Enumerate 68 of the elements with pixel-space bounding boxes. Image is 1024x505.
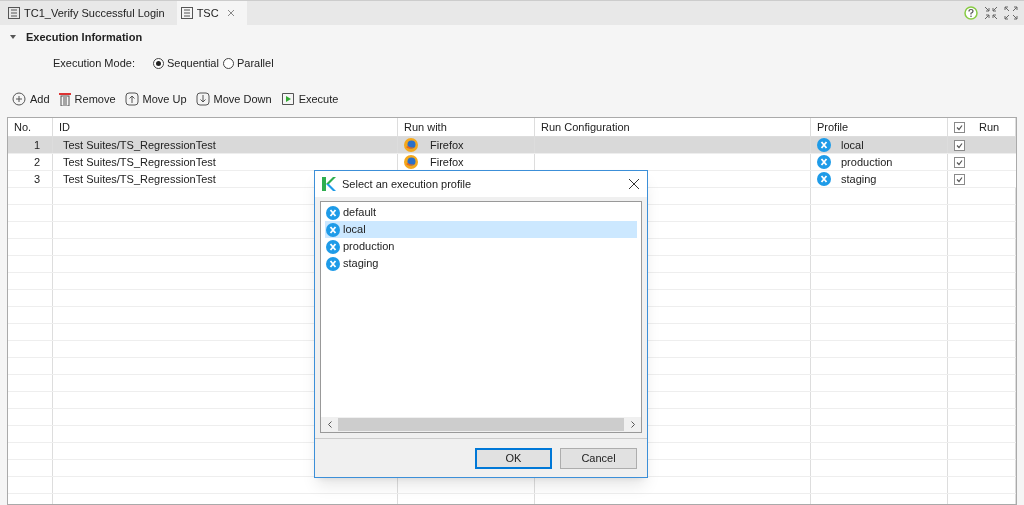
- checkbox[interactable]: [954, 156, 965, 168]
- trash-icon: [58, 92, 71, 106]
- checkbox[interactable]: [954, 121, 965, 133]
- arrow-down-icon: [195, 92, 210, 106]
- app-logo-icon: [322, 177, 336, 191]
- profile-icon: [326, 239, 340, 254]
- scroll-right-icon[interactable]: [630, 421, 635, 428]
- column-header: Run with: [404, 119, 447, 135]
- checkbox[interactable]: [954, 173, 965, 185]
- radio-button[interactable]: [222, 57, 234, 69]
- profile-list-item[interactable]: default: [325, 204, 637, 221]
- profile-icon: [326, 205, 340, 220]
- toolbar-button[interactable]: Add: [12, 90, 50, 108]
- dialog-button[interactable]: Cancel: [560, 447, 637, 469]
- table-row[interactable]: 1 Test Suites/TS_RegressionTest Firefox local: [8, 137, 1016, 154]
- column-header: Run: [979, 119, 1000, 135]
- checkbox[interactable]: [954, 139, 965, 151]
- document-icon: [180, 7, 193, 19]
- profile-icon: [326, 222, 340, 237]
- radio-option[interactable]: Sequential: [152, 54, 219, 72]
- table-cell-text: Test Suites/TS_RegressionTest: [63, 154, 216, 170]
- profile-list-item[interactable]: staging: [325, 255, 637, 272]
- document-icon: [8, 7, 20, 19]
- table-cell-text: 1: [33, 137, 40, 153]
- close-icon[interactable]: [629, 179, 639, 189]
- table-row[interactable]: 2 Test Suites/TS_RegressionTest Firefox production: [8, 154, 1016, 171]
- browser-icon: [404, 155, 418, 169]
- section-title: Execution Information: [26, 29, 143, 45]
- tab-label: TSC: [196, 5, 219, 21]
- column-header: Run Configuration: [541, 119, 630, 135]
- column-header: Profile: [817, 119, 849, 135]
- editor-tab[interactable]: TSC: [176, 1, 247, 25]
- radio-option[interactable]: Parallel: [222, 54, 274, 72]
- table-cell-text: Firefox: [430, 154, 464, 170]
- profile-list-item[interactable]: local: [325, 221, 637, 238]
- toolbar-button[interactable]: Remove: [58, 90, 116, 108]
- profile-icon: [817, 138, 831, 152]
- horizontal-scrollbar[interactable]: [321, 417, 641, 432]
- toolbar-button[interactable]: Move Down: [195, 90, 272, 108]
- play-icon: [280, 92, 295, 106]
- dialog-title: Select an execution profile: [342, 176, 473, 192]
- table-cell-text: staging: [841, 171, 877, 187]
- plus-icon: [12, 92, 26, 106]
- maximize-icon[interactable]: [1004, 6, 1018, 20]
- profile-list-item[interactable]: production: [325, 238, 637, 255]
- table-cell-text: Test Suites/TS_RegressionTest: [63, 137, 216, 153]
- table-cell-text: local: [841, 137, 864, 153]
- scroll-left-icon[interactable]: [327, 421, 332, 428]
- radio-button[interactable]: [152, 57, 164, 69]
- arrow-up-icon: [124, 92, 139, 106]
- column-header: ID: [59, 119, 70, 135]
- minimize-icon[interactable]: [984, 6, 998, 20]
- dialog-button[interactable]: OK: [475, 447, 552, 469]
- profile-icon: [817, 155, 831, 169]
- browser-icon: [404, 138, 418, 152]
- table-cell-text: 3: [33, 171, 40, 187]
- table-cell-text: Test Suites/TS_RegressionTest: [63, 171, 216, 187]
- column-header: No.: [14, 119, 32, 135]
- collapse-arrow-icon[interactable]: [10, 34, 16, 40]
- table-cell-text: production: [841, 154, 893, 170]
- toolbar-button[interactable]: Execute: [280, 90, 339, 108]
- help-icon[interactable]: [964, 6, 978, 20]
- table-cell-text: 2: [33, 154, 40, 170]
- profile-icon: [326, 256, 340, 271]
- toolbar-button[interactable]: Move Up: [124, 90, 187, 108]
- tab-label: TC1_Verify Successful Login: [24, 5, 165, 21]
- table-cell-text: Firefox: [430, 137, 464, 153]
- field-label: Execution Mode:: [53, 55, 135, 71]
